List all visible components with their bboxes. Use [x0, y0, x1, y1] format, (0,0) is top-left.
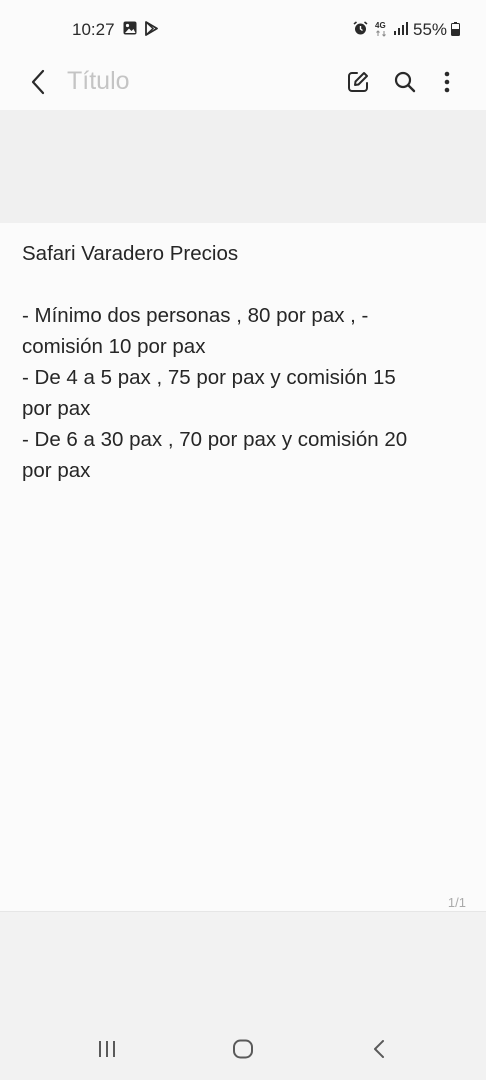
note-line: por pax: [22, 397, 91, 420]
header-banner: [0, 110, 486, 223]
4g-icon: 4G: [375, 20, 389, 43]
home-button[interactable]: [223, 1035, 263, 1067]
note-line: por pax: [22, 459, 91, 482]
gallery-icon: [123, 21, 137, 40]
page-indicator: 1/1: [447, 895, 466, 910]
title-input[interactable]: Título: [67, 67, 130, 96]
note-line: - Mínimo dos personas , 80 por pax , -: [22, 304, 369, 327]
back-arrow-icon: [30, 69, 46, 100]
recent-apps-button[interactable]: [87, 1035, 127, 1067]
nav-back-button[interactable]: [359, 1035, 399, 1067]
home-icon: [232, 1039, 254, 1064]
back-button[interactable]: [18, 64, 58, 104]
more-options-button[interactable]: [429, 64, 465, 104]
signal-icon: [393, 21, 409, 41]
edit-button[interactable]: [340, 64, 376, 104]
alarm-icon: [353, 21, 368, 41]
note-body[interactable]: Safari Varadero Precios - Mínimo dos per…: [22, 238, 464, 486]
note-line: - De 6 a 30 pax , 70 por pax y comisión …: [22, 428, 408, 451]
note-content-area[interactable]: Safari Varadero Precios - Mínimo dos per…: [0, 223, 486, 911]
battery-percentage: 55%: [413, 20, 448, 39]
search-button[interactable]: [387, 64, 423, 104]
note-editor-screen: 10:27 4G 55% Título Safari Varadero Prec…: [0, 0, 486, 1080]
recent-apps-icon: [97, 1040, 117, 1063]
play-store-icon: [144, 21, 159, 41]
back-icon: [372, 1039, 386, 1064]
edit-icon: [346, 70, 370, 99]
status-time: 10:27: [72, 20, 115, 39]
note-line: [22, 269, 464, 300]
app-bar: Título: [0, 58, 486, 110]
note-line: - De 4 a 5 pax , 75 por pax y comisión 1…: [22, 366, 396, 389]
note-line: Safari Varadero Precios: [22, 242, 239, 265]
search-icon: [393, 70, 417, 99]
note-line: comisión 10 por pax: [22, 335, 206, 358]
battery-icon: [451, 22, 460, 41]
status-bar: 10:27 4G 55%: [0, 0, 486, 58]
more-vertical-icon: [444, 71, 450, 98]
svg-text:4G: 4G: [375, 21, 386, 30]
